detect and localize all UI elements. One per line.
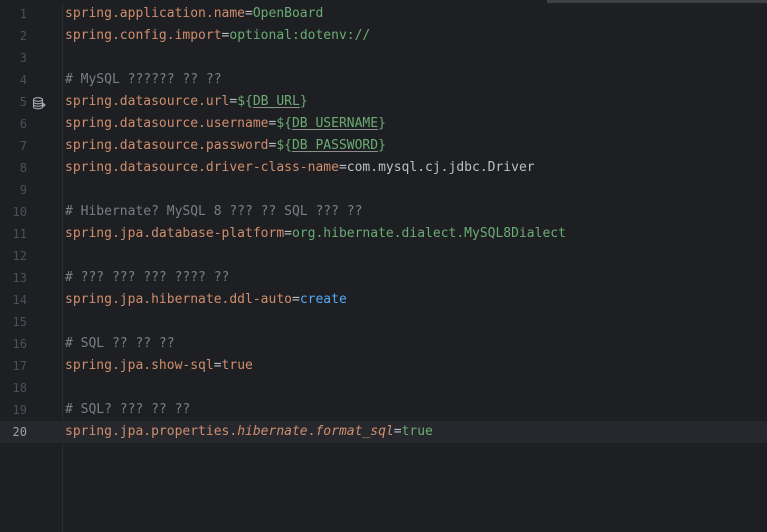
property-key: spring.datasource.password xyxy=(65,138,269,153)
code-line[interactable]: 9 xyxy=(0,179,767,201)
code-line[interactable]: 6 spring.datasource.username=${DB_USERNA… xyxy=(0,113,767,135)
property-key: spring.jpa.show-sql xyxy=(65,358,214,373)
line-number: 20 xyxy=(12,425,27,439)
code-line[interactable]: 10 # Hibernate? MySQL 8 ??? ?? SQL ??? ?… xyxy=(0,201,767,223)
code-text[interactable]: spring.application.name=OpenBoard xyxy=(65,3,323,25)
placeholder-close: } xyxy=(378,138,386,153)
property-value: com.mysql.cj.jdbc.Driver xyxy=(346,160,535,175)
line-number: 15 xyxy=(12,315,27,329)
code-line[interactable]: 1 spring.application.name=OpenBoard xyxy=(0,3,767,25)
property-value: optional:dotenv:// xyxy=(229,28,371,43)
env-variable[interactable]: DB_PASSWORD xyxy=(292,138,378,153)
line-number: 10 xyxy=(12,205,27,219)
property-key: spring.datasource.driver-class-name xyxy=(65,160,339,175)
property-value: OpenBoard xyxy=(252,6,324,21)
property-key: spring.jpa.properties. xyxy=(65,424,238,439)
property-key: spring.config.import xyxy=(65,28,222,43)
comment-text[interactable]: # SQL? ??? ?? ?? xyxy=(65,399,190,421)
code-line[interactable]: 11 spring.jpa.database-platform=org.hibe… xyxy=(0,223,767,245)
line-number: 8 xyxy=(19,161,27,175)
line-number: 13 xyxy=(12,271,27,285)
line-number: 3 xyxy=(19,51,27,65)
code-line[interactable]: 13 # ??? ??? ??? ???? ?? xyxy=(0,267,767,289)
equals-sign: = xyxy=(338,160,347,175)
code-text[interactable]: spring.config.import=optional:dotenv:// xyxy=(65,25,370,47)
code-line[interactable]: 8 spring.datasource.driver-class-name=co… xyxy=(0,157,767,179)
line-number: 5 xyxy=(19,95,27,109)
line-number: 11 xyxy=(12,227,27,241)
property-value: org.hibernate.dialect.MySQL8Dialect xyxy=(291,226,566,241)
equals-sign: = xyxy=(291,292,300,307)
code-line[interactable]: 3 xyxy=(0,47,767,69)
comment-text[interactable]: # SQL ?? ?? ?? xyxy=(65,333,175,355)
comment-text[interactable]: # Hibernate? MySQL 8 ??? ?? SQL ??? ?? xyxy=(65,201,362,223)
property-value: true xyxy=(221,358,253,373)
code-line[interactable]: 4 # MySQL ?????? ?? ?? xyxy=(0,69,767,91)
equals-sign: = xyxy=(245,6,253,21)
code-text[interactable]: spring.jpa.database-platform=org.hiberna… xyxy=(65,223,566,245)
equals-sign: = xyxy=(213,358,222,373)
property-key: spring.application.name xyxy=(65,6,246,21)
line-number: 7 xyxy=(19,139,27,153)
code-text[interactable]: spring.datasource.password=${DB_PASSWORD… xyxy=(65,135,386,157)
property-key: spring.datasource.username xyxy=(65,116,269,131)
property-key: spring.jpa.database-platform xyxy=(65,226,285,241)
property-key: spring.jpa.hibernate.ddl-auto xyxy=(65,292,292,307)
line-number: 4 xyxy=(19,73,27,87)
placeholder-close: } xyxy=(378,116,386,131)
line-number: 1 xyxy=(19,7,27,21)
code-line[interactable]: 16 # SQL ?? ?? ?? xyxy=(0,333,767,355)
code-line[interactable]: 7 spring.datasource.password=${DB_PASSWO… xyxy=(0,135,767,157)
code-line[interactable]: 15 xyxy=(0,311,767,333)
code-text[interactable]: spring.datasource.url=${DB_URL} xyxy=(65,91,308,113)
line-number: 2 xyxy=(19,29,27,43)
code-line[interactable]: 12 xyxy=(0,245,767,267)
comment-text[interactable]: # ??? ??? ??? ???? ?? xyxy=(65,267,229,289)
code-text[interactable]: spring.jpa.show-sql=true xyxy=(65,355,253,377)
code-editor[interactable]: 1 spring.application.name=OpenBoard 2 sp… xyxy=(0,0,767,532)
line-number: 19 xyxy=(12,403,27,417)
line-number: 14 xyxy=(12,293,27,307)
code-text[interactable]: spring.jpa.hibernate.ddl-auto=create xyxy=(65,289,347,311)
property-key: spring.datasource.url xyxy=(65,94,230,109)
line-number: 16 xyxy=(12,337,27,351)
code-line[interactable]: 14 spring.jpa.hibernate.ddl-auto=create xyxy=(0,289,767,311)
code-line[interactable]: 17 spring.jpa.show-sql=true xyxy=(0,355,767,377)
code-line[interactable]: 2 spring.config.import=optional:dotenv:/… xyxy=(0,25,767,47)
database-icon[interactable] xyxy=(32,96,46,110)
code-text[interactable]: spring.datasource.driver-class-name=com.… xyxy=(65,157,535,179)
line-number: 18 xyxy=(12,381,27,395)
comment-text[interactable]: # MySQL ?????? ?? ?? xyxy=(65,69,222,91)
line-number: 9 xyxy=(19,183,27,197)
placeholder-open: ${ xyxy=(237,94,253,109)
code-line-current[interactable]: 20 spring.jpa.properties.hibernate.forma… xyxy=(0,421,767,443)
line-number: 17 xyxy=(12,359,27,373)
env-variable[interactable]: DB_URL xyxy=(253,94,300,109)
code-text[interactable]: spring.jpa.properties.hibernate.format_s… xyxy=(65,421,433,443)
code-line[interactable]: 5 spring.datasource.url=${DB_URL} xyxy=(0,91,767,113)
placeholder-open: ${ xyxy=(276,116,292,131)
code-line[interactable]: 18 xyxy=(0,377,767,399)
env-variable[interactable]: DB_USERNAME xyxy=(292,116,378,131)
property-value: true xyxy=(401,424,433,439)
code-line[interactable]: 19 # SQL? ??? ?? ?? xyxy=(0,399,767,421)
placeholder-close: } xyxy=(299,94,308,109)
property-value: create xyxy=(299,292,347,307)
code-text[interactable]: spring.datasource.username=${DB_USERNAME… xyxy=(65,113,386,135)
line-number: 6 xyxy=(19,117,27,131)
equals-sign: = xyxy=(284,226,292,241)
placeholder-open: ${ xyxy=(276,138,292,153)
property-key-italic: hibernate xyxy=(237,424,308,439)
equals-sign: = xyxy=(393,424,402,439)
property-key-italic: format_sql xyxy=(315,424,394,439)
line-number: 12 xyxy=(12,249,27,263)
